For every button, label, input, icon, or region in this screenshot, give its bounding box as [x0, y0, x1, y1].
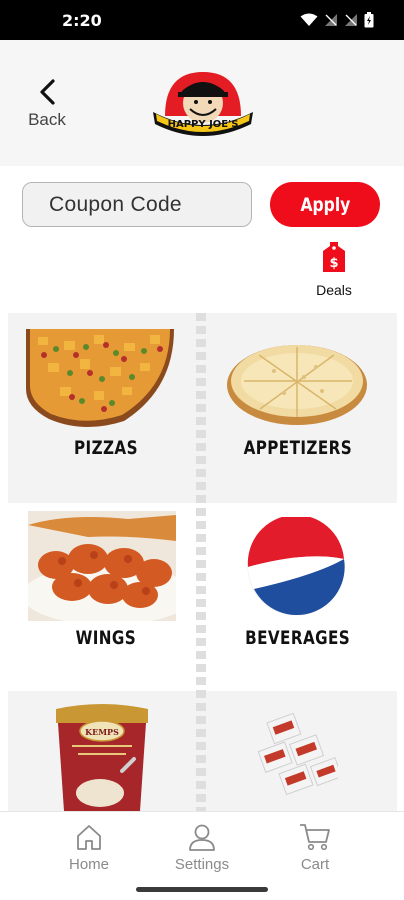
home-icon	[77, 825, 101, 850]
nav-cart[interactable]: Cart	[270, 822, 360, 873]
gesture-bar	[0, 883, 404, 900]
category-label: WINGS	[75, 627, 137, 649]
battery-icon	[364, 12, 374, 28]
nav-home[interactable]: Home	[44, 822, 134, 873]
nav-home-label: Home	[68, 856, 109, 873]
menu-category-grid: PIZZAS APPETIZERS WINGS BEVERAGES KEMPS	[8, 313, 397, 811]
cheese-bread-image	[227, 345, 367, 425]
coupon-code-input[interactable]	[22, 182, 252, 227]
category-beverages[interactable]: BEVERAGES	[208, 503, 388, 691]
deals-button[interactable]: $ Deals	[310, 240, 358, 304]
category-label: APPETIZERS	[243, 437, 353, 459]
back-label: Back	[28, 110, 66, 129]
kemps-label: KEMPS	[85, 727, 119, 737]
category-label: BEVERAGES	[245, 627, 351, 649]
category-label: PIZZAS	[74, 437, 138, 459]
ice-cream-pint-image: KEMPS	[56, 704, 148, 811]
category-desserts[interactable]: KEMPS	[16, 691, 196, 811]
category-wings[interactable]: WINGS	[16, 503, 196, 691]
happy-joes-logo: HAPPY JOE'S	[153, 72, 253, 136]
bottom-navigation: Home Settings Cart	[0, 811, 404, 883]
app-header: Back HAPPY JOE'S	[0, 40, 404, 166]
pizza-image	[26, 329, 174, 428]
signal-icon-2	[345, 14, 357, 26]
cart-icon	[300, 824, 330, 851]
back-button[interactable]: Back	[20, 78, 74, 134]
apply-label: Apply	[300, 193, 350, 216]
status-bar: 2:20	[0, 0, 404, 40]
logo-text: HAPPY JOE'S	[168, 119, 239, 130]
apply-button[interactable]: Apply	[270, 182, 380, 227]
category-pizzas[interactable]: PIZZAS	[16, 313, 196, 503]
nav-cart-label: Cart	[300, 856, 330, 873]
category-condiments[interactable]	[208, 691, 388, 811]
deals-label: Deals	[316, 282, 352, 298]
wings-image	[28, 511, 176, 621]
column-divider	[196, 313, 206, 811]
pepsi-logo-image	[247, 517, 345, 616]
signal-icon	[325, 14, 337, 26]
wifi-icon	[300, 13, 318, 26]
price-tag-icon: $	[323, 242, 345, 272]
person-icon	[189, 824, 215, 851]
status-time: 2:20	[62, 11, 102, 30]
home-gesture-handle[interactable]	[136, 887, 268, 892]
category-appetizers[interactable]: APPETIZERS	[208, 313, 388, 503]
app-screen: 2:20 Back HAPPY JOE'S Apply	[0, 0, 404, 900]
svg-text:$: $	[329, 256, 338, 271]
sauce-packets-image	[257, 712, 338, 796]
nav-settings[interactable]: Settings	[157, 822, 247, 873]
nav-settings-label: Settings	[174, 856, 230, 873]
status-icons	[300, 12, 374, 28]
chevron-left-icon	[40, 79, 55, 105]
